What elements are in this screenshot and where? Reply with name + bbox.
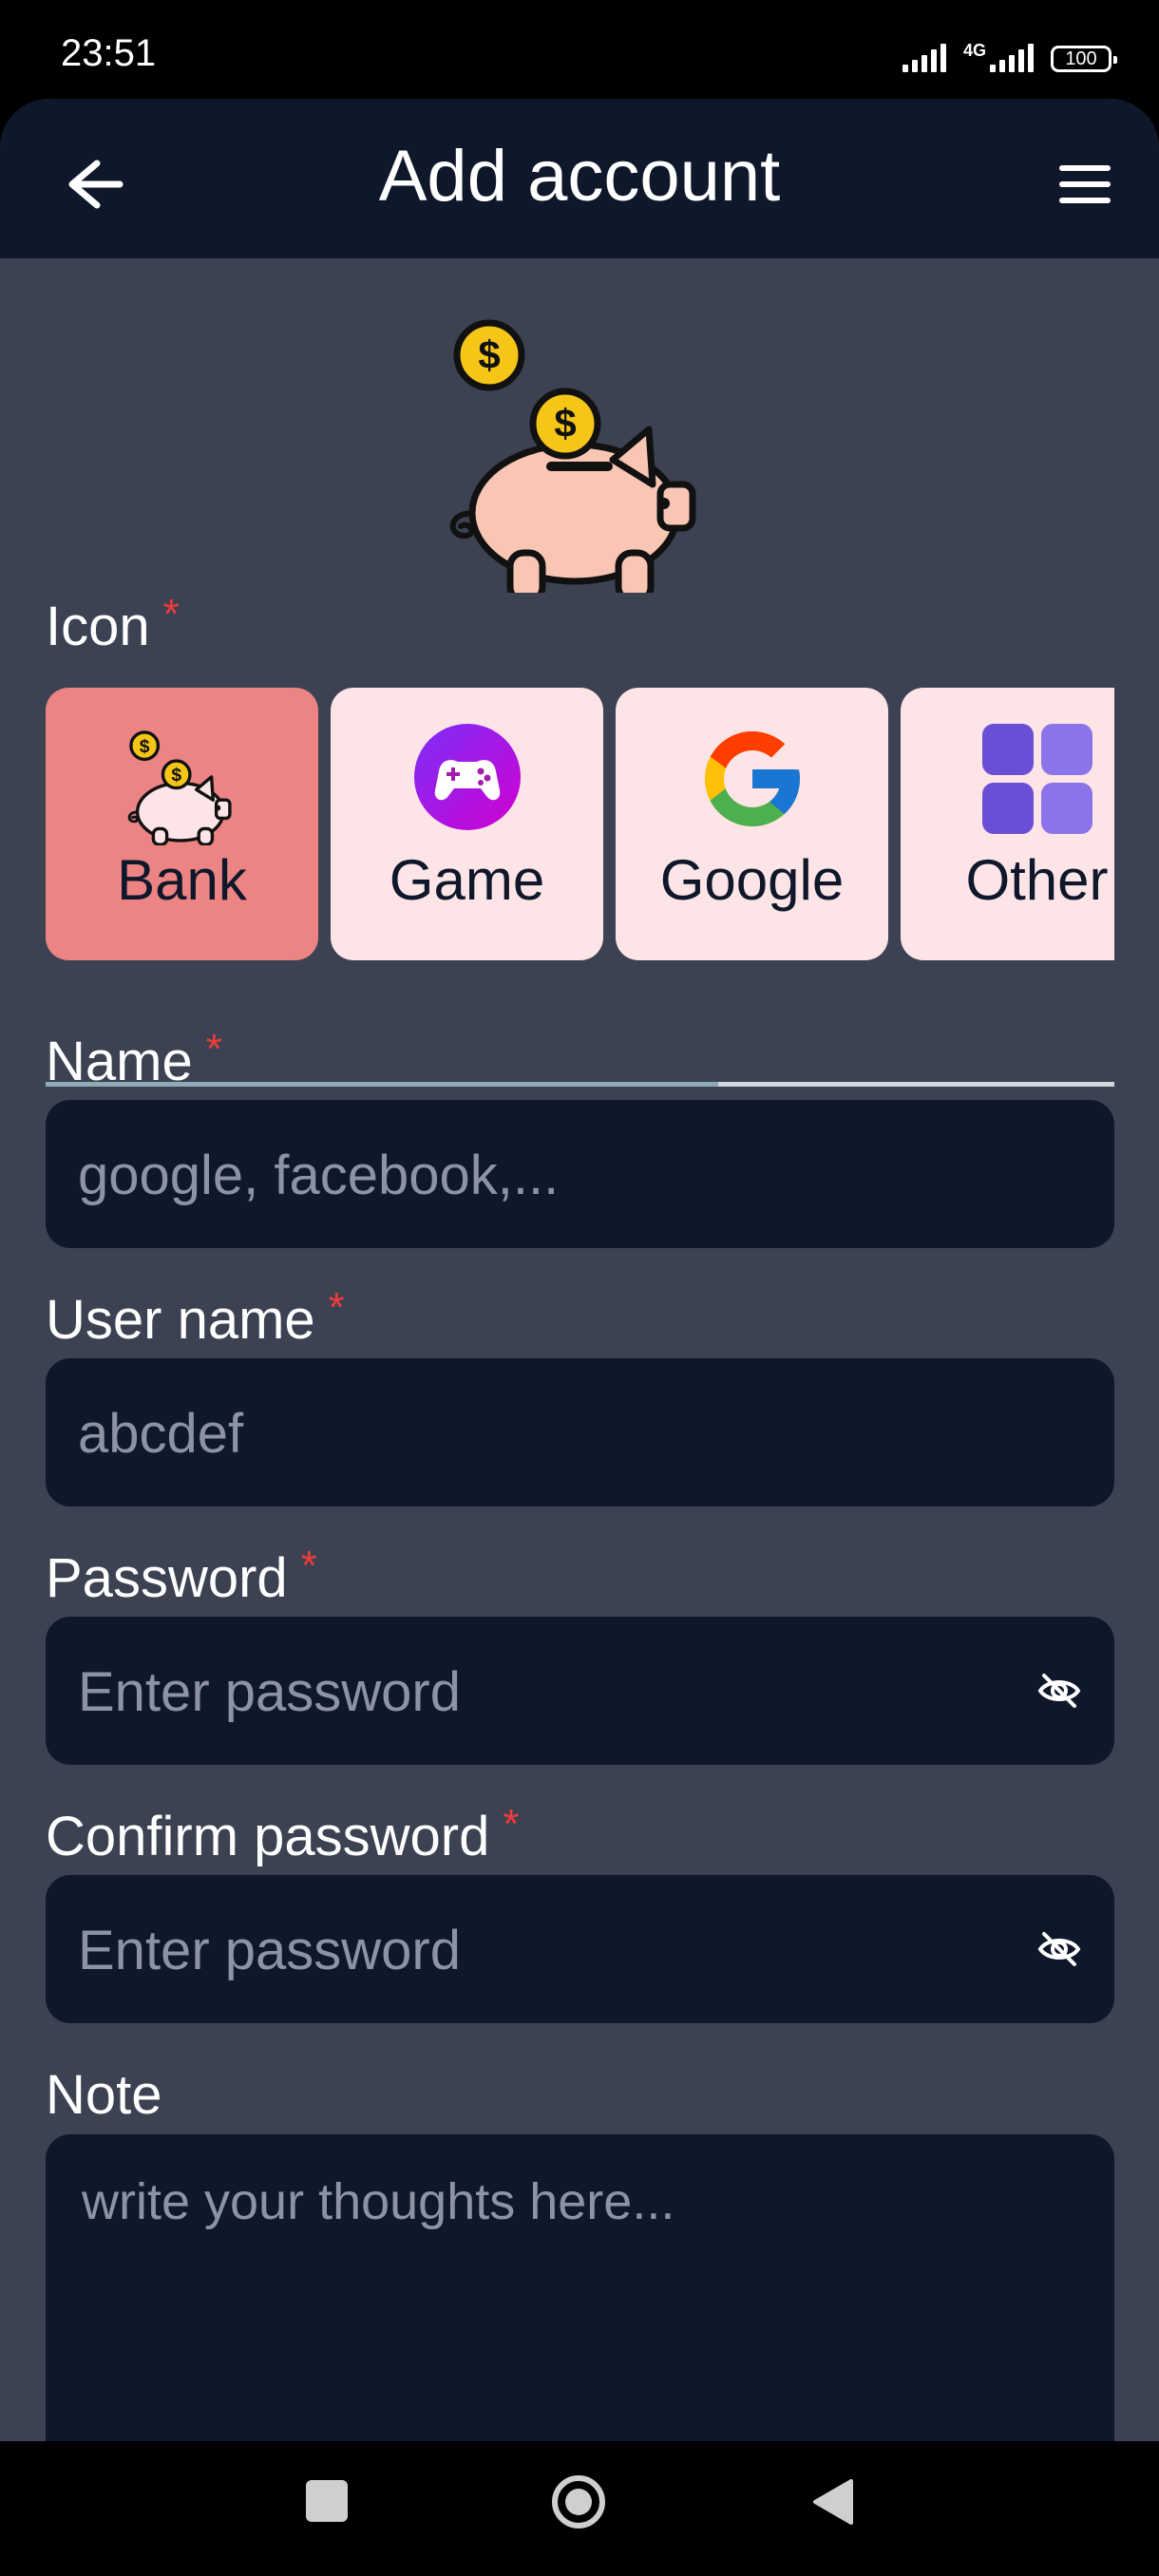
- chip-label-other: Other: [965, 848, 1109, 912]
- required-asterisk: *: [205, 1026, 222, 1072]
- name-placeholder: google, facebook,...: [78, 1145, 560, 1206]
- note-textarea[interactable]: write your thoughts here...: [46, 2134, 1114, 2441]
- hamburger-menu-icon: [1059, 165, 1111, 203]
- status-icons: 4G 100: [902, 38, 1117, 72]
- recents-button[interactable]: [306, 2480, 348, 2522]
- username-label-text: User name: [46, 1289, 315, 1351]
- network-type: 4G: [962, 41, 986, 60]
- battery-level: 100: [1065, 47, 1097, 69]
- password-label-text: Password: [46, 1547, 288, 1609]
- username-input[interactable]: abcdef: [46, 1358, 1114, 1506]
- username-placeholder: abcdef: [78, 1403, 244, 1465]
- svg-text:$: $: [171, 766, 181, 786]
- back-nav-button[interactable]: [809, 2477, 857, 2527]
- name-label-text: Name: [46, 1031, 193, 1092]
- eye-off-icon[interactable]: [1036, 1668, 1082, 1714]
- icon-label: Icon *: [46, 591, 180, 658]
- password-label: Password *: [46, 1543, 317, 1610]
- required-asterisk: *: [503, 1801, 520, 1847]
- chip-label-google: Google: [659, 848, 845, 912]
- page-title: Add account: [378, 136, 781, 217]
- name-label: Name *: [46, 1026, 222, 1093]
- home-button[interactable]: [551, 2474, 606, 2529]
- name-input[interactable]: google, facebook,...: [46, 1100, 1114, 1248]
- piggy-bank-icon: $ $: [127, 730, 232, 845]
- required-asterisk: *: [162, 591, 180, 637]
- icon-label-text: Icon: [46, 596, 150, 657]
- app-bar: Add account: [0, 99, 1159, 258]
- signal-icon: [902, 42, 946, 72]
- svg-text:$: $: [554, 401, 576, 445]
- confirm-password-input[interactable]: Enter password: [46, 1875, 1114, 2023]
- icon-chip-other[interactable]: Other: [901, 688, 1114, 960]
- confirm-password-label: Confirm password *: [46, 1801, 520, 1868]
- battery-icon: 100: [1051, 46, 1117, 72]
- icon-chip-bank[interactable]: $ $ Bank: [46, 688, 318, 960]
- grid-icon: [981, 724, 1092, 834]
- svg-text:$: $: [478, 332, 500, 377]
- menu-button[interactable]: [1047, 146, 1123, 222]
- svg-text:$: $: [139, 737, 149, 757]
- status-time: 23:51: [61, 32, 157, 74]
- system-nav-bar: [0, 2441, 1159, 2576]
- eye-off-icon[interactable]: [1036, 1926, 1082, 1972]
- icon-chip-google[interactable]: Google: [616, 688, 888, 960]
- signal-4g-icon: 4G: [963, 42, 1034, 72]
- gamepad-icon: [413, 724, 521, 830]
- chip-label-bank: Bank: [117, 848, 247, 912]
- password-input[interactable]: Enter password: [46, 1617, 1114, 1765]
- status-bar: 23:51 4G 100: [0, 0, 1159, 104]
- required-asterisk: *: [328, 1284, 345, 1331]
- chip-label-game: Game: [389, 848, 545, 912]
- app-screen: Add account $ $ Icon * $ $ Bank Game Goo…: [0, 99, 1159, 2441]
- confirm-password-placeholder: Enter password: [78, 1920, 461, 1981]
- google-logo-icon: [704, 731, 800, 826]
- confirm-password-label-text: Confirm password: [46, 1806, 490, 1867]
- username-label: User name *: [46, 1284, 345, 1352]
- piggy-bank-icon: $ $: [449, 319, 696, 593]
- password-placeholder: Enter password: [78, 1661, 461, 1723]
- note-placeholder: write your thoughts here...: [82, 2173, 675, 2230]
- note-label: Note: [46, 2064, 162, 2126]
- required-asterisk: *: [300, 1543, 317, 1589]
- icon-chip-game[interactable]: Game: [331, 688, 603, 960]
- icon-chip-list[interactable]: $ $ Bank Game Google Other: [46, 688, 1114, 963]
